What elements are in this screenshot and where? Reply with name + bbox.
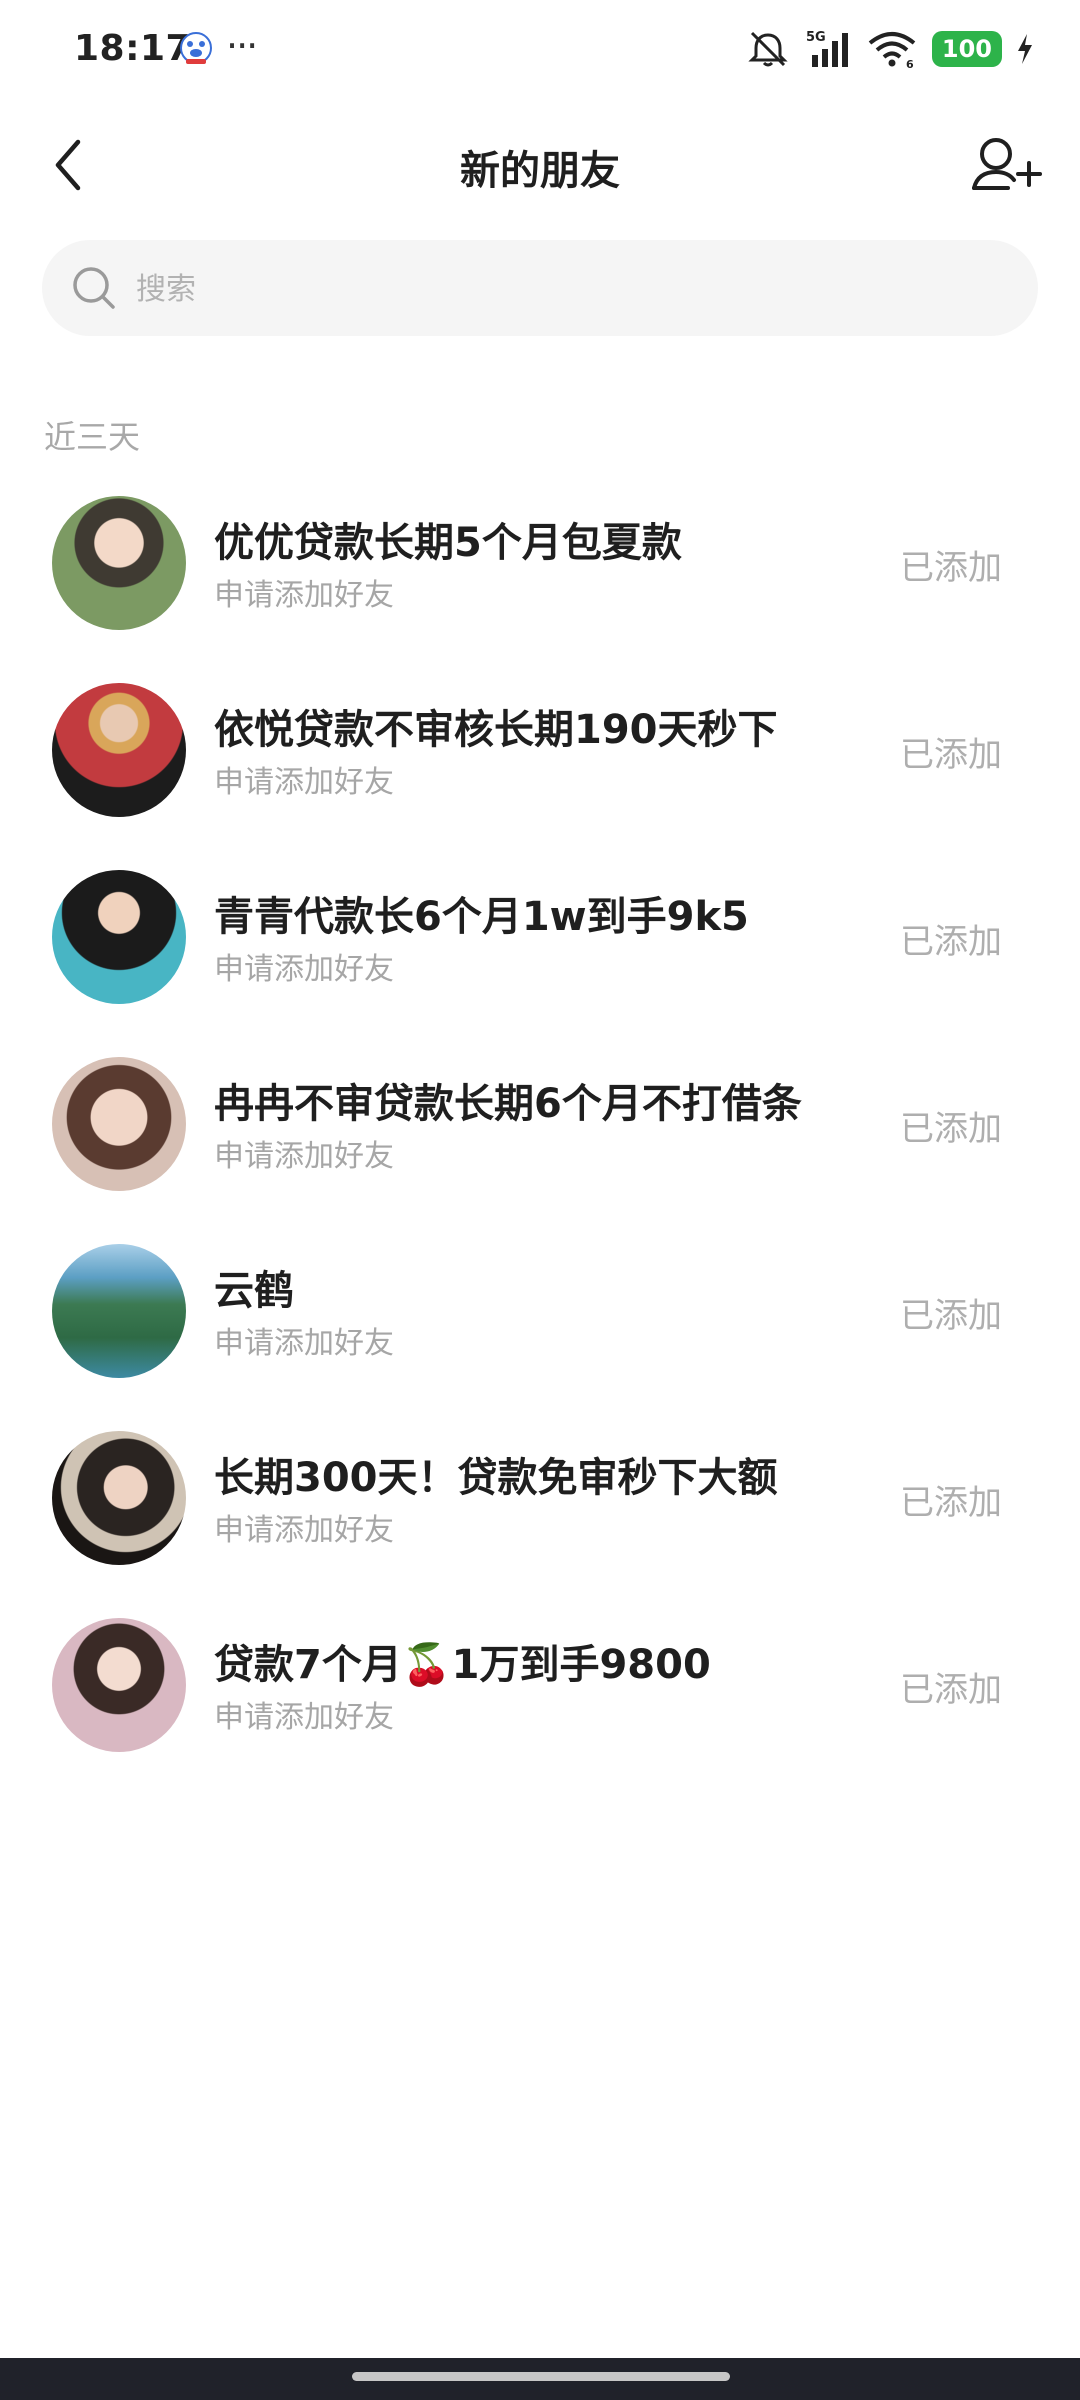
friend-name: 冉冉不审贷款长期6个月不打借条: [214, 1081, 802, 1127]
avatar[interactable]: [52, 683, 186, 817]
section-label: 近三天: [44, 418, 141, 456]
battery-icon: 100: [931, 31, 1002, 67]
friend-name: 优优贷款长期5个月包夏款: [214, 520, 682, 566]
charging-icon: [1018, 34, 1032, 64]
add-friend-icon: [972, 138, 1042, 190]
home-indicator[interactable]: [352, 2372, 730, 2381]
added-status: 已添加: [900, 1296, 1002, 1336]
app-notification-icon: [180, 32, 212, 64]
network-label: 5G: [806, 30, 826, 45]
page-title: 新的朋友: [460, 148, 620, 194]
added-status: 已添加: [900, 548, 1002, 588]
friend-name: 云鹤: [214, 1268, 294, 1314]
avatar[interactable]: [52, 496, 186, 630]
avatar[interactable]: [52, 1057, 186, 1191]
avatar[interactable]: [52, 1244, 186, 1378]
friend-row[interactable]: 云鹤 申请添加好友 已添加: [0, 1218, 1080, 1405]
friend-name: 青青代款长6个月1w到手9k5: [214, 894, 749, 940]
friend-request-text: 申请添加好友: [214, 1326, 394, 1361]
friend-name: 依悦贷款不审核长期190天秒下: [214, 707, 778, 753]
friend-row[interactable]: 冉冉不审贷款长期6个月不打借条 申请添加好友 已添加: [0, 1031, 1080, 1218]
system-nav-bar: [0, 2358, 1080, 2400]
signal-icon: 5G: [806, 30, 848, 67]
added-status: 已添加: [900, 1109, 1002, 1149]
wifi-label: 6: [906, 58, 914, 69]
status-right-icons: 5G 6 100: [746, 26, 1034, 72]
added-status: 已添加: [900, 1483, 1002, 1523]
friend-name: 长期300天！贷款免审秒下大额: [214, 1455, 778, 1501]
friend-request-text: 申请添加好友: [214, 765, 394, 800]
mute-icon: [748, 31, 788, 67]
status-more-icon: ···: [226, 24, 258, 68]
friend-row[interactable]: 依悦贷款不审核长期190天秒下 申请添加好友 已添加: [0, 657, 1080, 844]
friend-request-text: 申请添加好友: [214, 1700, 394, 1735]
friend-row[interactable]: 贷款7个月🍒1万到手9800 申请添加好友 已添加: [0, 1592, 1080, 1779]
avatar[interactable]: [52, 1618, 186, 1752]
added-status: 已添加: [900, 1670, 1002, 1710]
avatar[interactable]: [52, 870, 186, 1004]
search-input[interactable]: [134, 240, 998, 338]
search-bar[interactable]: [42, 240, 1038, 338]
friend-request-text: 申请添加好友: [214, 578, 394, 613]
status-bar: 18:17 ··· 5G 6 100: [0, 0, 1080, 100]
added-status: 已添加: [900, 735, 1002, 775]
add-friend-button[interactable]: [968, 130, 1046, 202]
search-icon: [73, 267, 115, 309]
friend-list: 优优贷款长期5个月包夏款 申请添加好友 已添加 依悦贷款不审核长期190天秒下 …: [0, 470, 1080, 1779]
avatar[interactable]: [52, 1431, 186, 1565]
added-status: 已添加: [900, 922, 1002, 962]
status-time: 18:17: [74, 28, 192, 69]
friend-row[interactable]: 长期300天！贷款免审秒下大额 申请添加好友 已添加: [0, 1405, 1080, 1592]
friend-request-text: 申请添加好友: [214, 1139, 394, 1174]
friend-name: 贷款7个月🍒1万到手9800: [214, 1642, 711, 1688]
friend-row[interactable]: 青青代款长6个月1w到手9k5 申请添加好友 已添加: [0, 844, 1080, 1031]
friend-row[interactable]: 优优贷款长期5个月包夏款 申请添加好友 已添加: [0, 470, 1080, 657]
friend-request-text: 申请添加好友: [214, 952, 394, 987]
friend-request-text: 申请添加好友: [214, 1513, 394, 1548]
header: 新的朋友: [0, 110, 1080, 220]
wifi-icon: 6: [868, 32, 916, 69]
